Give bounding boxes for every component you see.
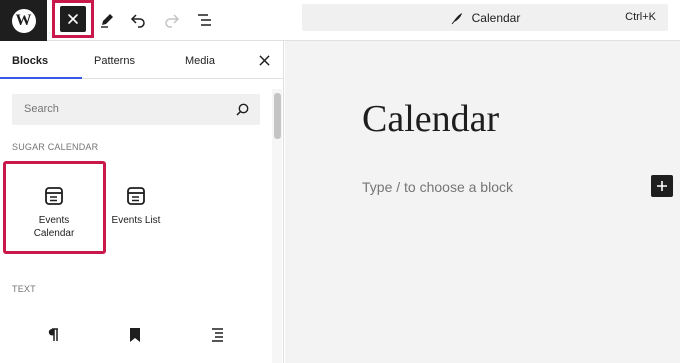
- close-inserter-highlight: [52, 0, 94, 38]
- command-center: Calendar: [302, 4, 668, 31]
- undo-icon: [130, 14, 145, 28]
- wordpress-logo-letter: W: [15, 11, 32, 29]
- editor-canvas: Calendar Type / to choose a block: [285, 41, 680, 363]
- block-placeholder[interactable]: Type / to choose a block: [362, 179, 513, 195]
- wordpress-logo-icon: W: [11, 8, 36, 33]
- close-icon: [258, 54, 270, 66]
- redo-icon: [165, 14, 180, 28]
- block-events-calendar[interactable]: Events Calendar: [18, 185, 90, 240]
- tab-patterns[interactable]: Patterns: [94, 41, 135, 79]
- search-placeholder: Search: [24, 103, 59, 115]
- feather-icon: [451, 12, 462, 24]
- command-title: Calendar: [471, 10, 521, 25]
- block-inserter-panel: Blocks Patterns Media Search SUGAR CALEN…: [0, 41, 284, 363]
- list-icon[interactable]: [208, 326, 226, 344]
- category-label: SUGAR CALENDAR: [12, 142, 99, 152]
- wordpress-logo-button[interactable]: W: [0, 0, 47, 41]
- search-icon: [236, 103, 249, 116]
- command-shortcut: Ctrl+K: [625, 11, 656, 23]
- block-label: Events List: [111, 215, 161, 226]
- plus-icon: [657, 181, 667, 191]
- tab-blocks[interactable]: Blocks: [12, 41, 48, 79]
- pencil-icon: [101, 14, 113, 28]
- calendar-block-icon: [45, 187, 63, 205]
- inserter-tabs: Blocks Patterns Media: [0, 41, 284, 79]
- block-events-list[interactable]: Events List: [100, 185, 172, 227]
- tab-media[interactable]: Media: [185, 41, 215, 79]
- editor-header: W Calendar Ctrl+K: [0, 0, 680, 41]
- category-label: TEXT: [12, 284, 36, 294]
- paragraph-icon[interactable]: [44, 326, 62, 344]
- close-inserter-button[interactable]: [60, 6, 86, 32]
- close-panel-button[interactable]: [256, 52, 272, 68]
- add-block-button[interactable]: [651, 175, 673, 197]
- command-palette-button[interactable]: Calendar Ctrl+K: [302, 4, 668, 31]
- document-overview-button[interactable]: [193, 8, 217, 32]
- calendar-block-icon: [127, 187, 145, 205]
- active-tab-indicator: [0, 77, 82, 79]
- redo-button[interactable]: [160, 8, 184, 32]
- tools-button[interactable]: [95, 8, 119, 32]
- bookmark-icon[interactable]: [126, 326, 144, 344]
- undo-button[interactable]: [126, 8, 150, 32]
- close-icon: [68, 14, 78, 24]
- block-label: Events Calendar: [33, 215, 75, 239]
- post-title[interactable]: Calendar: [362, 97, 499, 141]
- list-view-icon: [198, 14, 211, 26]
- block-search-input[interactable]: Search: [12, 94, 260, 125]
- panel-scrollbar-thumb[interactable]: [274, 93, 281, 139]
